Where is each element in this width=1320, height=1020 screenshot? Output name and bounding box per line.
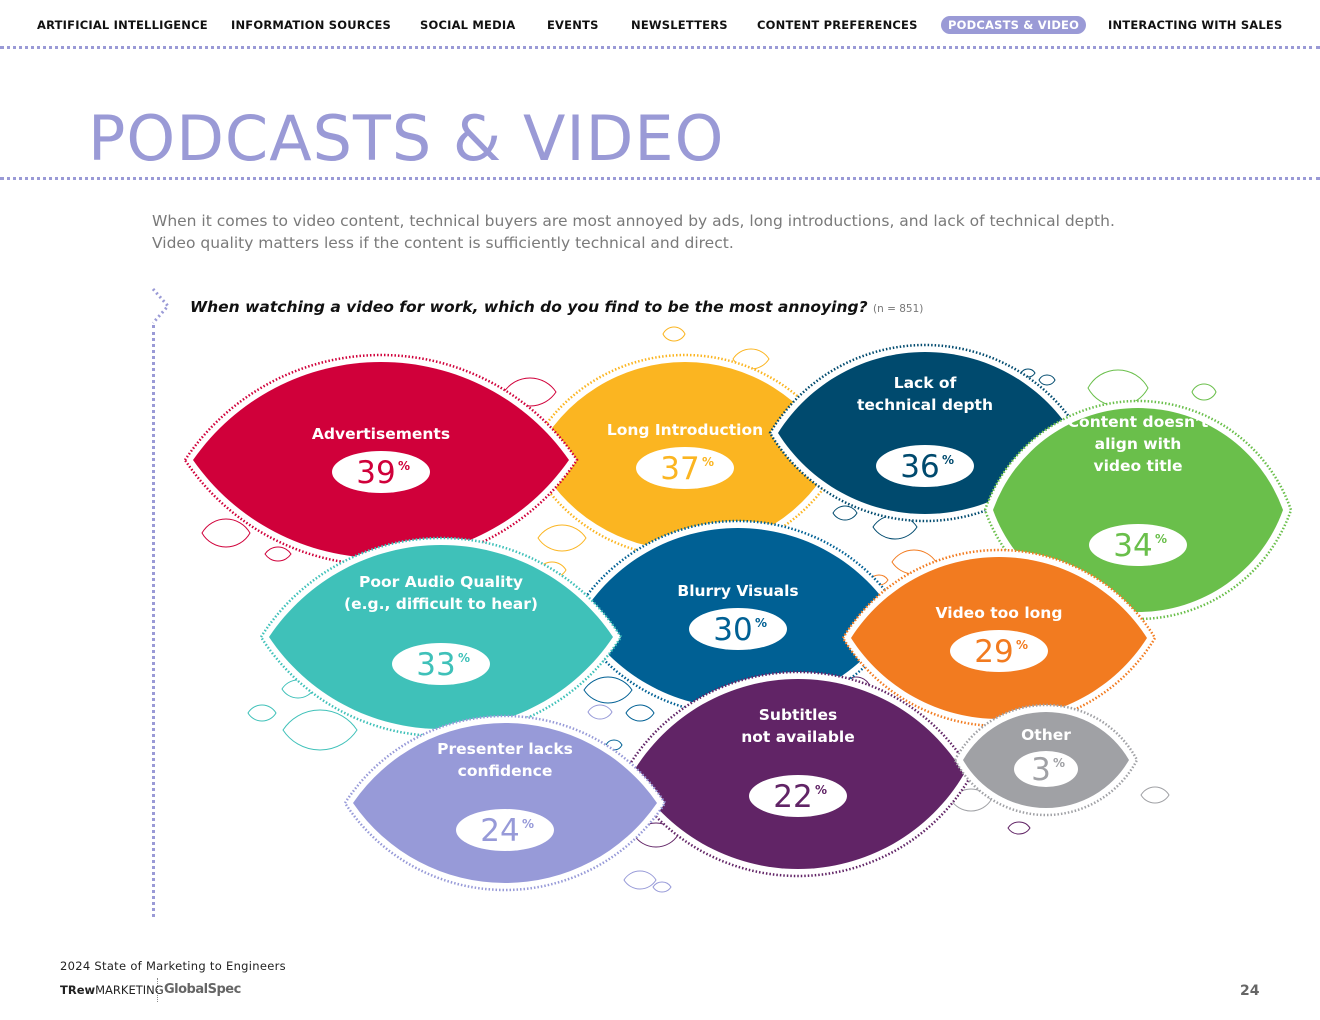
bubble-value: 39 xyxy=(356,455,395,491)
bubble-label: not available xyxy=(741,728,855,746)
bubble-unit: % xyxy=(1053,756,1065,770)
bubble-label: confidence xyxy=(458,762,553,780)
decorative-lens-icon xyxy=(1140,786,1170,804)
bubble-label: technical depth xyxy=(857,396,993,414)
bubble-value: 29 xyxy=(974,634,1013,670)
logo-trew-text: MARKETING xyxy=(95,983,164,997)
bubble-label: Advertisements xyxy=(312,425,450,443)
bubble-value: 3 xyxy=(1031,752,1051,788)
bubble-label: Subtitles xyxy=(759,706,837,724)
decorative-lens-icon xyxy=(282,709,358,751)
trew-marketing-logo: TRewMARKETING xyxy=(60,983,164,997)
bubble-label: Lack of xyxy=(894,374,957,392)
bubble-label: align with xyxy=(1095,435,1182,453)
bubble-label: Blurry Visuals xyxy=(677,582,798,600)
bubble-value: 22 xyxy=(773,779,812,815)
bubble-unit: % xyxy=(398,459,410,473)
bubble-unit: % xyxy=(1155,532,1167,546)
bubble-unit: % xyxy=(458,651,470,665)
bubble-unit: % xyxy=(815,783,827,797)
bubble-presenter-lacks-confidence: Presenter lacks confidence 24% xyxy=(343,714,667,892)
decorative-lens-icon xyxy=(623,870,657,890)
bubble-value: 30 xyxy=(713,612,752,648)
bubble-value: 36 xyxy=(900,449,939,485)
decorative-lens-icon xyxy=(662,326,686,342)
bubble-unit: % xyxy=(755,616,767,630)
decorative-lens-icon xyxy=(537,524,587,552)
logo-divider xyxy=(157,978,158,1002)
decorative-lens-icon xyxy=(1191,383,1217,401)
bubble-label: Poor Audio Quality xyxy=(359,573,523,591)
bubble-unit: % xyxy=(702,455,714,469)
decorative-lens-icon xyxy=(1087,369,1149,407)
bubble-value: 34 xyxy=(1113,528,1152,564)
decorative-lens-icon xyxy=(832,505,858,521)
globalspec-logo: GlobalSpec xyxy=(164,982,241,997)
bubble-label: Presenter lacks xyxy=(437,740,573,758)
bubble-unit: % xyxy=(942,453,954,467)
decorative-lens-icon xyxy=(264,546,292,562)
decorative-lens-icon xyxy=(652,881,672,893)
page-number: 24 xyxy=(1240,983,1260,999)
bubble-label: Content doesn’t xyxy=(1068,413,1209,431)
bubble-chart: Long Introduction 37 % Lack of technical dep… xyxy=(183,326,1293,893)
bubble-value: 37 xyxy=(660,451,699,487)
bubble-value: 33 xyxy=(416,647,455,683)
bubble-unit: % xyxy=(1016,638,1028,652)
report-name: 2024 State of Marketing to Engineers xyxy=(60,959,286,973)
logo-trew-bold: TRew xyxy=(60,983,96,997)
decorative-lens-icon xyxy=(201,518,251,548)
bubble-label: Other xyxy=(1021,726,1071,744)
bubble-advertisements: Advertisements 39% xyxy=(183,353,579,567)
decorative-lens-icon xyxy=(1038,374,1056,386)
bubble-value: 24 xyxy=(480,813,519,849)
bubble-label: Video too long xyxy=(936,604,1063,622)
decorative-lens-icon xyxy=(1007,821,1031,835)
bubble-label: (e.g., difficult to hear) xyxy=(344,595,538,613)
decorative-lens-icon xyxy=(583,676,633,704)
bubble-unit: % xyxy=(522,817,534,831)
bubble-poor-audio-quality-e-g-difficult-to-hear-: Poor Audio Quality (e.g., difficult to he… xyxy=(259,536,623,738)
decorative-lens-icon xyxy=(247,704,277,722)
bubble-label: Long Introduction xyxy=(607,421,763,439)
decorative-lens-icon xyxy=(625,704,655,722)
decorative-lens-icon xyxy=(587,704,613,720)
bubble-label: video title xyxy=(1093,457,1182,475)
